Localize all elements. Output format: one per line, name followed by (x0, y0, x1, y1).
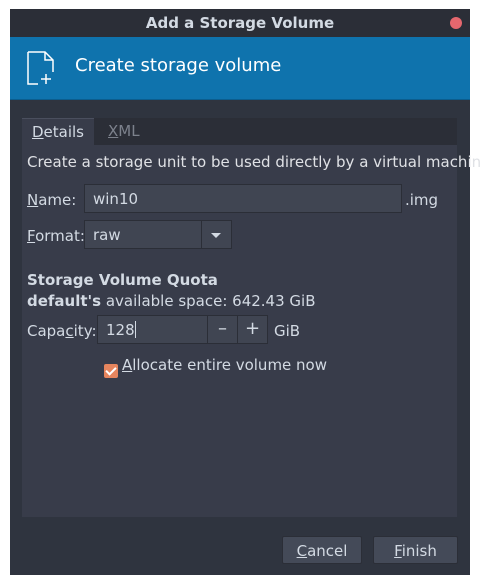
tab-bar: Details XML (22, 118, 457, 146)
name-label: Name: (27, 191, 77, 209)
capacity-label: Capacity: (27, 322, 97, 340)
title-bar[interactable]: Add a Storage Volume (10, 9, 470, 37)
increment-button[interactable]: + (237, 316, 267, 343)
capacity-value: 128 (106, 321, 135, 339)
new-document-icon (27, 51, 54, 85)
finish-button[interactable]: Finish (373, 536, 458, 564)
close-icon[interactable] (450, 17, 462, 29)
decrement-button[interactable]: – (207, 316, 237, 343)
format-value: raw (93, 226, 121, 244)
allocate-checkbox[interactable] (104, 364, 118, 378)
text-caret (134, 321, 136, 338)
format-label: Format: (27, 227, 85, 245)
quota-heading: Storage Volume Quota (27, 271, 218, 289)
tab-details[interactable]: Details (22, 118, 94, 146)
capacity-unit: GiB (274, 322, 301, 340)
details-panel: Create a storage unit to be used directl… (22, 145, 480, 517)
cancel-button[interactable]: Cancel (282, 536, 362, 564)
capacity-spinner[interactable]: 128 – + (97, 315, 268, 344)
description-text: Create a storage unit to be used directl… (27, 153, 480, 171)
dialog-window: Add a Storage Volume Create storage volu… (10, 9, 480, 575)
window-title: Add a Storage Volume (145, 14, 335, 32)
header-banner: Create storage volume (10, 37, 470, 100)
banner-title: Create storage volume (75, 55, 282, 76)
chevron-down-icon[interactable] (201, 221, 231, 248)
allocate-label[interactable]: Allocate entire volume now (122, 356, 327, 374)
name-input[interactable]: win10 (84, 184, 402, 213)
format-select[interactable]: raw (84, 220, 232, 249)
name-suffix: .img (405, 191, 439, 209)
available-space-text: default's available space: 642.43 GiB (27, 292, 316, 310)
tab-xml[interactable]: XML (108, 118, 148, 145)
